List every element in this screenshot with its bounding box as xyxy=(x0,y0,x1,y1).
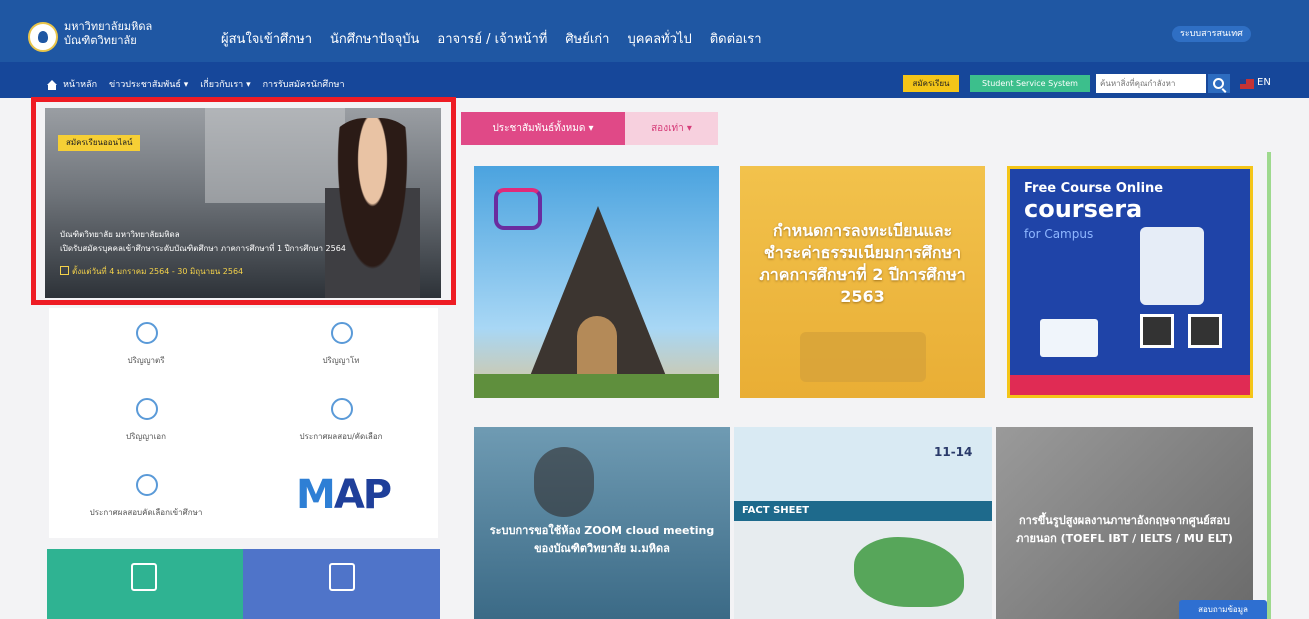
search-input[interactable] xyxy=(1096,74,1206,93)
main-nav: ผู้สนใจเข้าศึกษา นักศึกษาปัจจุบัน อาจารย… xyxy=(221,28,762,49)
news-card-zoom[interactable]: ระบบการขอใช้ห้อง ZOOM cloud meeting ของบ… xyxy=(474,427,730,619)
nav-alumni[interactable]: ศิษย์เก่า xyxy=(565,28,609,49)
quick-link-tile-blue[interactable] xyxy=(243,549,440,619)
search-icon xyxy=(1213,78,1224,89)
qr-code-icon xyxy=(1188,314,1222,348)
highlight-frame xyxy=(31,97,456,305)
zoom-title: ระบบการขอใช้ห้อง ZOOM cloud meeting ของบ… xyxy=(489,524,715,555)
service-label: ประกาศผลสอบ/คัดเลือก xyxy=(299,432,383,441)
service-bachelor[interactable]: ปริญญาตรี xyxy=(49,308,243,384)
tab-all-news[interactable]: ประชาสัมพันธ์ทั้งหมด ▾ xyxy=(461,112,625,145)
student-service-button[interactable]: Student Service System xyxy=(970,75,1090,92)
english-title: การขึ้นรูปสูงผลงานภาษาอังกฤษจากศูนย์สอบภ… xyxy=(1016,514,1233,545)
event-logo-icon xyxy=(494,188,542,230)
coins-image xyxy=(800,332,926,382)
home-icon[interactable] xyxy=(47,80,57,90)
nav-prospective[interactable]: ผู้สนใจเข้าศึกษา xyxy=(221,28,312,49)
quick-link-tile-green[interactable] xyxy=(47,549,243,619)
factsheet-label: FACT SHEET xyxy=(734,501,992,521)
service-label: ปริญญาโท xyxy=(322,356,360,365)
search-button[interactable] xyxy=(1208,74,1230,93)
tab-other[interactable]: สองเท่า ▾ xyxy=(625,112,718,145)
uk-flag-icon[interactable] xyxy=(1240,79,1254,89)
heart-pulse-icon xyxy=(331,398,353,420)
bachelor-icon xyxy=(136,322,158,344)
university-logo[interactable] xyxy=(28,22,58,52)
logo-line1: มหาวิทยาลัยมหิดล xyxy=(64,20,153,33)
service-results[interactable]: ประกาศผลสอบ/คัดเลือก xyxy=(244,384,438,460)
person-icon xyxy=(136,474,158,496)
service-doctoral[interactable]: ปริญญาเอก xyxy=(49,384,243,460)
nav-public[interactable]: บุคคลทั่วไป xyxy=(627,28,691,49)
map-logo[interactable]: MAP xyxy=(296,472,392,518)
coursera-line1: Free Course Online xyxy=(1024,181,1164,196)
service-label: ประกาศผลสอบคัดเลือกเข้าศึกษา xyxy=(89,508,203,517)
doctoral-icon xyxy=(136,398,158,420)
coursera-line3: for Campus xyxy=(1024,227,1094,241)
map-image xyxy=(854,537,964,607)
service-label: ปริญญาตรี xyxy=(127,356,165,365)
factsheet-date: 11-14 xyxy=(934,445,973,459)
service-announcements[interactable]: ประกาศผลสอบคัดเลือกเข้าศึกษา xyxy=(49,460,243,536)
subnav-about[interactable]: เกี่ยวกับเรา ▾ xyxy=(200,77,250,91)
sub-nav: หน้าหลัก ข่าวประชาสัมพันธ์ ▾ เกี่ยวกับเร… xyxy=(63,77,345,91)
service-label: ปริญญาเอก xyxy=(126,432,166,441)
coursera-line2: coursera xyxy=(1024,195,1143,223)
info-system-button[interactable]: ระบบสารสนเทศ xyxy=(1172,26,1251,42)
apply-button[interactable]: สมัครเรียน xyxy=(903,75,959,92)
chat-button[interactable]: สอบถามข้อมูล xyxy=(1179,600,1267,619)
subnav-home[interactable]: หน้าหลัก xyxy=(63,77,97,91)
nav-contact[interactable]: ติดต่อเรา xyxy=(710,28,762,49)
person-image xyxy=(534,447,594,517)
coursera-footer xyxy=(1010,375,1250,395)
document-icon xyxy=(131,563,157,591)
service-master[interactable]: ปริญญาโท xyxy=(244,308,438,384)
news-card-factsheet[interactable]: 11-14 FACT SHEET xyxy=(734,427,992,619)
map-logo-suffix: AP xyxy=(333,472,392,518)
subnav-admission[interactable]: การรับสมัครนักศึกษา xyxy=(263,77,345,91)
news-card-campus[interactable] xyxy=(474,166,719,398)
news-card-english[interactable]: การขึ้นรูปสูงผลงานภาษาอังกฤษจากศูนย์สอบภ… xyxy=(996,427,1253,619)
master-icon xyxy=(331,322,353,344)
logo-line2: บัณฑิตวิทยาลัย xyxy=(64,34,137,47)
people-icon xyxy=(329,563,355,591)
language-toggle[interactable]: EN xyxy=(1257,77,1271,88)
subnav-news[interactable]: ข่าวประชาสัมพันธ์ ▾ xyxy=(109,77,188,91)
ground-image xyxy=(474,374,719,398)
news-card-coursera[interactable]: Free Course Online coursera for Campus xyxy=(1007,166,1253,398)
phone-image xyxy=(1140,227,1204,305)
nav-staff[interactable]: อาจารย์ / เจ้าหน้าที่ xyxy=(437,28,547,49)
map-logo-prefix: M xyxy=(296,472,336,518)
news-card-registration[interactable]: กำหนดการลงทะเบียนและ ชำระค่าธรรมเนียมการ… xyxy=(740,166,985,398)
registration-title: กำหนดการลงทะเบียนและ ชำระค่าธรรมเนียมการ… xyxy=(759,221,966,306)
factsheet-banner xyxy=(734,427,992,501)
nav-current-students[interactable]: นักศึกษาปัจจุบัน xyxy=(330,28,419,49)
qr-code-icon xyxy=(1140,314,1174,348)
logo-text[interactable]: มหาวิทยาลัยมหิดล บัณฑิตวิทยาลัย xyxy=(64,20,152,48)
laptop-image xyxy=(1040,319,1098,357)
scrollbar[interactable] xyxy=(1267,152,1271,619)
